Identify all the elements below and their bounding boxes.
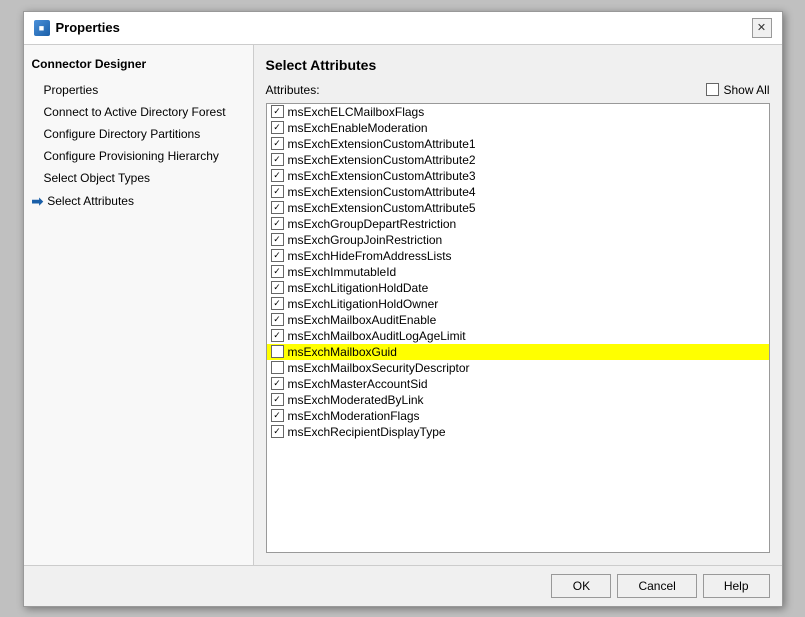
attribute-label: msExchLitigationHoldOwner (288, 297, 439, 311)
sidebar-item-configure-dir[interactable]: Configure Directory Partitions (24, 123, 253, 145)
title-bar: ■ Properties ✕ (24, 12, 782, 45)
attribute-checkbox[interactable] (271, 169, 284, 182)
attributes-label: Attributes: (266, 83, 320, 97)
attribute-checkbox[interactable] (271, 121, 284, 134)
attribute-checkbox[interactable] (271, 281, 284, 294)
list-item[interactable]: msExchModerationFlags (267, 408, 769, 424)
attribute-checkbox[interactable] (271, 297, 284, 310)
attribute-checkbox[interactable] (271, 393, 284, 406)
list-item[interactable]: msExchModeratedByLink (267, 392, 769, 408)
list-item[interactable]: msExchEnableModeration (267, 120, 769, 136)
show-all-checkbox[interactable] (706, 83, 719, 96)
footer: OK Cancel Help (24, 565, 782, 606)
attribute-checkbox[interactable] (271, 233, 284, 246)
attribute-checkbox[interactable] (271, 249, 284, 262)
attribute-label: msExchModerationFlags (288, 409, 420, 423)
attribute-label: msExchExtensionCustomAttribute4 (288, 185, 476, 199)
list-item[interactable]: msExchExtensionCustomAttribute1 (267, 136, 769, 152)
ok-button[interactable]: OK (551, 574, 611, 598)
list-item[interactable]: msExchGroupJoinRestriction (267, 232, 769, 248)
content-area: Connector Designer Properties Connect to… (24, 45, 782, 565)
attribute-label: msExchGroupJoinRestriction (288, 233, 443, 247)
list-item[interactable]: msExchMailboxSecurityDescriptor (267, 360, 769, 376)
list-item[interactable]: msExchExtensionCustomAttribute4 (267, 184, 769, 200)
close-button[interactable]: ✕ (752, 18, 772, 38)
list-item[interactable]: msExchHideFromAddressLists (267, 248, 769, 264)
list-item[interactable]: msExchMailboxGuid (267, 344, 769, 360)
sidebar-item-select-attr-label: Select Attributes (47, 194, 134, 208)
list-item[interactable]: msExchMasterAccountSid (267, 376, 769, 392)
attribute-label: msExchMailboxAuditEnable (288, 313, 437, 327)
show-all-container: Show All (706, 83, 769, 97)
list-item[interactable]: msExchExtensionCustomAttribute2 (267, 152, 769, 168)
list-item[interactable]: msExchMailboxAuditLogAgeLimit (267, 328, 769, 344)
attribute-label: msExchELCMailboxFlags (288, 105, 425, 119)
attribute-label: msExchEnableModeration (288, 121, 428, 135)
attribute-checkbox[interactable] (271, 265, 284, 278)
attribute-checkbox[interactable] (271, 329, 284, 342)
attribute-checkbox[interactable] (271, 137, 284, 150)
attribute-label: msExchLitigationHoldDate (288, 281, 429, 295)
dialog-icon: ■ (34, 20, 50, 36)
list-item[interactable]: msExchExtensionCustomAttribute5 (267, 200, 769, 216)
title-bar-left: ■ Properties (34, 20, 120, 36)
list-item[interactable]: msExchLitigationHoldDate (267, 280, 769, 296)
list-item[interactable]: msExchExtensionCustomAttribute3 (267, 168, 769, 184)
attributes-list[interactable]: msExchELCMailboxFlags msExchEnableModerat… (266, 103, 770, 553)
attribute-checkbox[interactable] (271, 361, 284, 374)
attribute-label: msExchMasterAccountSid (288, 377, 428, 391)
sidebar-title: Connector Designer (24, 53, 253, 75)
list-item[interactable]: msExchRecipientDisplayType (267, 424, 769, 440)
attribute-label: msExchImmutableId (288, 265, 397, 279)
attribute-label: msExchRecipientDisplayType (288, 425, 446, 439)
attribute-label: msExchMailboxAuditLogAgeLimit (288, 329, 466, 343)
attribute-checkbox[interactable] (271, 313, 284, 326)
attribute-label: msExchExtensionCustomAttribute5 (288, 201, 476, 215)
attribute-label: msExchGroupDepartRestriction (288, 217, 457, 231)
attribute-checkbox[interactable] (271, 185, 284, 198)
list-item[interactable]: msExchELCMailboxFlags (267, 104, 769, 120)
show-all-label[interactable]: Show All (723, 83, 769, 97)
attribute-checkbox[interactable] (271, 345, 284, 358)
help-button[interactable]: Help (703, 574, 770, 598)
attribute-checkbox[interactable] (271, 201, 284, 214)
list-item[interactable]: msExchGroupDepartRestriction (267, 216, 769, 232)
sidebar-item-configure-prov[interactable]: Configure Provisioning Hierarchy (24, 145, 253, 167)
attributes-header: Attributes: Show All (266, 83, 770, 97)
cancel-button[interactable]: Cancel (617, 574, 696, 598)
attribute-label: msExchModeratedByLink (288, 393, 424, 407)
dialog-title: Properties (56, 20, 120, 35)
attribute-checkbox[interactable] (271, 105, 284, 118)
attribute-checkbox[interactable] (271, 153, 284, 166)
list-item[interactable]: msExchMailboxAuditEnable (267, 312, 769, 328)
sidebar-item-properties[interactable]: Properties (24, 79, 253, 101)
attribute-label: msExchHideFromAddressLists (288, 249, 452, 263)
sidebar-item-connect[interactable]: Connect to Active Directory Forest (24, 101, 253, 123)
properties-dialog: ■ Properties ✕ Connector Designer Proper… (23, 11, 783, 607)
panel-title: Select Attributes (266, 57, 770, 73)
attribute-checkbox[interactable] (271, 217, 284, 230)
attribute-checkbox[interactable] (271, 409, 284, 422)
attribute-label: msExchExtensionCustomAttribute3 (288, 169, 476, 183)
attribute-checkbox[interactable] (271, 425, 284, 438)
main-panel: Select Attributes Attributes: Show All m… (254, 45, 782, 565)
list-item[interactable]: msExchImmutableId (267, 264, 769, 280)
sidebar-item-select-obj[interactable]: Select Object Types (24, 167, 253, 189)
attribute-checkbox[interactable] (271, 377, 284, 390)
attribute-label: msExchExtensionCustomAttribute1 (288, 137, 476, 151)
current-arrow-icon: ➡ (32, 193, 44, 210)
attribute-label: msExchMailboxGuid (288, 345, 397, 359)
attribute-label: msExchMailboxSecurityDescriptor (288, 361, 470, 375)
sidebar-item-select-attr[interactable]: ➡ Select Attributes (24, 189, 253, 214)
attribute-label: msExchExtensionCustomAttribute2 (288, 153, 476, 167)
list-item[interactable]: msExchLitigationHoldOwner (267, 296, 769, 312)
sidebar: Connector Designer Properties Connect to… (24, 45, 254, 565)
